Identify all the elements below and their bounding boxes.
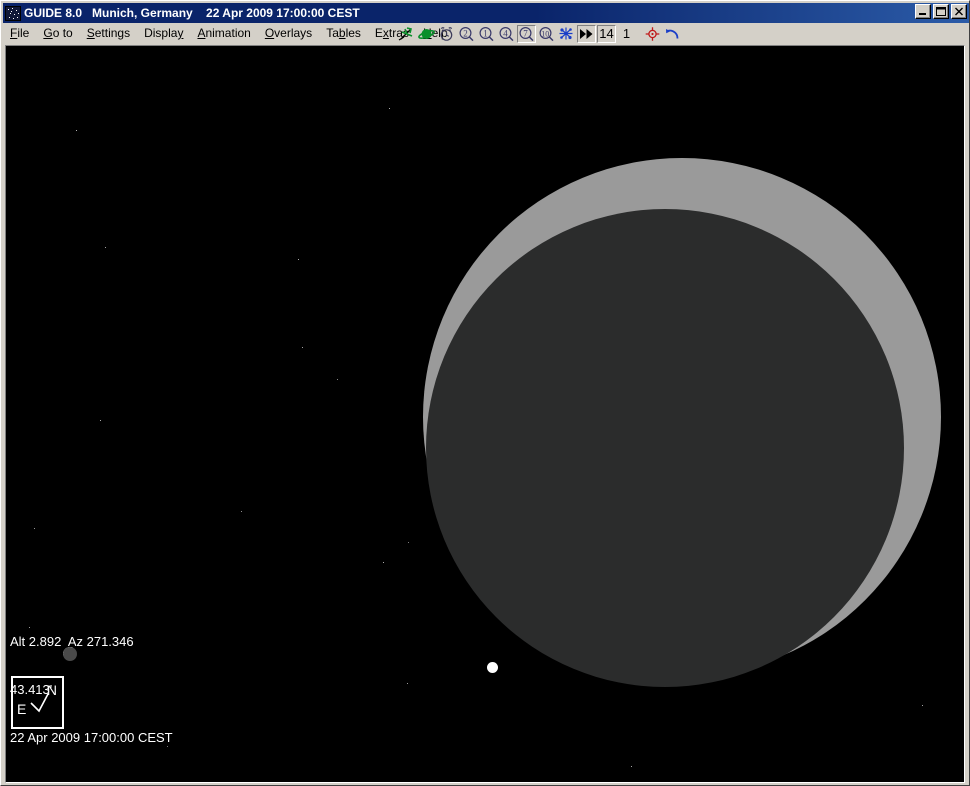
menu-item-display[interactable]: Display bbox=[137, 25, 190, 42]
star-point bbox=[100, 420, 102, 422]
zoom-level-7-icon[interactable]: 7 bbox=[517, 24, 536, 43]
star-point bbox=[241, 511, 243, 513]
star-point bbox=[408, 542, 410, 544]
star-point bbox=[631, 766, 633, 768]
menu-item-animation[interactable]: Animation bbox=[190, 25, 257, 42]
status-readout: Alt 2.892 Az 271.346 43.413' 22 Apr 2009… bbox=[10, 602, 173, 778]
menu-accel-char: S bbox=[86, 26, 95, 40]
zoom-10-label: 10 bbox=[541, 29, 549, 38]
menu-accel-char: b bbox=[338, 26, 346, 40]
starfield-icon bbox=[5, 5, 21, 21]
menu-item-file[interactable]: File bbox=[3, 25, 36, 42]
zoom-level-10-icon[interactable]: 10 bbox=[537, 25, 556, 43]
status-datetime: 22 Apr 2009 17:00:00 CEST bbox=[10, 730, 173, 745]
zoom-2-label: 2 bbox=[463, 28, 468, 38]
guide-application-window: GUIDE 8.0 Munich, Germany 22 Apr 2009 17… bbox=[0, 0, 970, 786]
menu-label-post: nimation bbox=[205, 26, 251, 40]
window-controls bbox=[915, 4, 967, 19]
menu-item-go-to[interactable]: Go to bbox=[36, 25, 79, 42]
menu-label-post: o to bbox=[52, 26, 73, 40]
star-point bbox=[76, 130, 78, 132]
zoom-4-label: 4 bbox=[503, 28, 508, 38]
window-title-text: GUIDE 8.0 Munich, Germany 22 Apr 2009 17… bbox=[24, 6, 360, 20]
menu-label-pre: Displa bbox=[144, 26, 178, 40]
zoom-1-label: 1 bbox=[483, 28, 488, 38]
menu-label-pre: Ta bbox=[326, 26, 339, 40]
maximize-button[interactable] bbox=[933, 4, 949, 19]
zoom-level-2-icon[interactable]: 2 bbox=[457, 25, 476, 43]
menu-label-post: les bbox=[345, 26, 361, 40]
zoom-level-4-icon[interactable]: 4 bbox=[497, 25, 516, 43]
star-point bbox=[389, 108, 391, 110]
star-point bbox=[383, 562, 385, 564]
menu-label-post: verlays bbox=[274, 26, 313, 40]
star-point bbox=[105, 247, 107, 249]
menu-item-settings[interactable]: Settings bbox=[80, 25, 137, 42]
menu-label-pre: E bbox=[374, 26, 383, 40]
menu-label-post: ile bbox=[17, 26, 30, 40]
menu-label-post: ettings bbox=[94, 26, 131, 40]
minimize-button[interactable] bbox=[915, 4, 931, 19]
sky-canvas[interactable]: N E Alt 2.892 Az 271.346 43.413' 22 Apr … bbox=[6, 46, 964, 782]
fast-forward-icon[interactable] bbox=[577, 24, 596, 43]
moon-dark-limb bbox=[426, 209, 904, 687]
step-count-1[interactable]: 1 bbox=[617, 25, 636, 43]
toolbar: 2 1 4 7 10 14 1 bbox=[397, 24, 682, 43]
star-point bbox=[298, 259, 300, 261]
planet-icon[interactable] bbox=[417, 25, 436, 43]
menu-accel-char: O bbox=[264, 26, 275, 40]
star-point bbox=[407, 683, 409, 685]
zoom-7-label: 7 bbox=[523, 28, 528, 38]
close-button[interactable] bbox=[951, 4, 967, 19]
constellation-icon[interactable] bbox=[557, 25, 576, 43]
star-point bbox=[922, 705, 924, 707]
status-field-of-view: 43.413' bbox=[10, 682, 53, 697]
zoom-level-1-icon[interactable]: 1 bbox=[477, 25, 496, 43]
clock-icon[interactable] bbox=[437, 25, 456, 43]
planet-point[interactable] bbox=[487, 662, 498, 673]
step-count-14[interactable]: 14 bbox=[597, 24, 616, 43]
menu-item-tables[interactable]: Tables bbox=[319, 25, 368, 42]
star-point bbox=[337, 379, 339, 381]
star-chart-icon[interactable] bbox=[397, 25, 416, 43]
window-titlebar: GUIDE 8.0 Munich, Germany 22 Apr 2009 17… bbox=[3, 3, 969, 23]
star-point bbox=[34, 528, 36, 530]
status-alt-az: Alt 2.892 Az 271.346 bbox=[10, 634, 134, 649]
menu-accel-char: y bbox=[177, 26, 184, 40]
star-point bbox=[302, 347, 304, 349]
sky-view-panel[interactable]: N E Alt 2.892 Az 271.346 43.413' 22 Apr … bbox=[5, 45, 965, 783]
menu-accel-char: G bbox=[43, 26, 53, 40]
menu-item-overlays[interactable]: Overlays bbox=[258, 25, 319, 42]
center-target-icon[interactable] bbox=[643, 25, 662, 43]
undo-icon[interactable] bbox=[663, 25, 682, 43]
